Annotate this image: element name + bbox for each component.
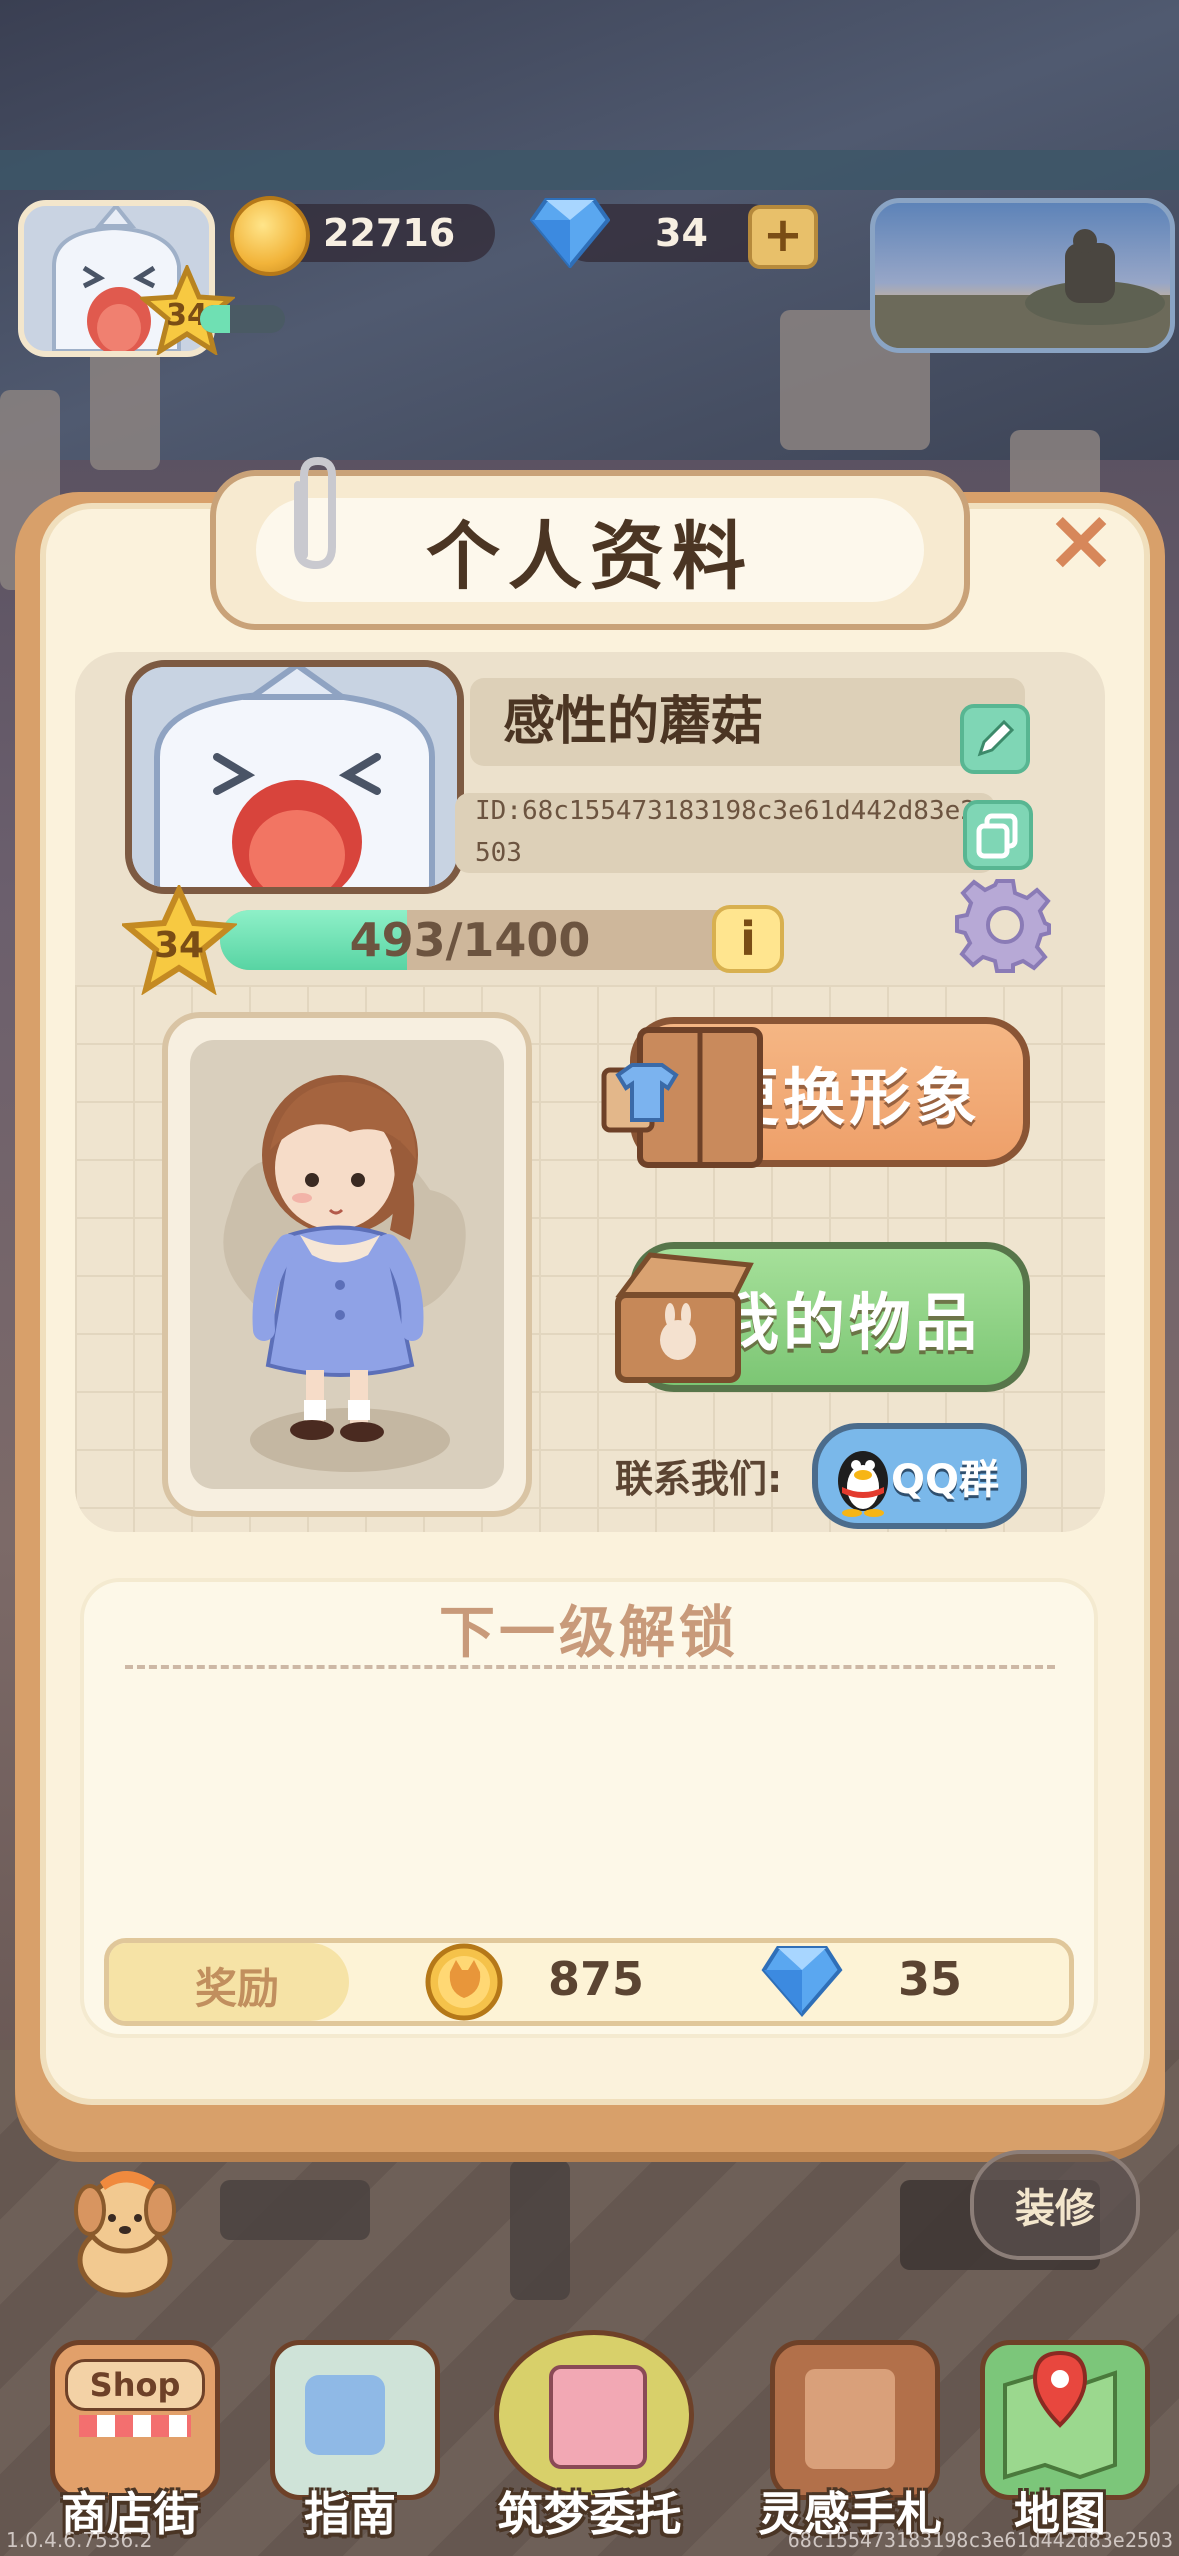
map-pin-icon	[1003, 2350, 1117, 2480]
coin-icon	[425, 1943, 503, 2021]
profile-level-text: 34	[154, 925, 204, 966]
sign-post	[510, 2160, 570, 2300]
decorate-label: 装修	[1015, 2186, 1095, 2232]
reward-label: 奖励	[195, 1964, 280, 2013]
settings-gear-icon[interactable]	[955, 875, 1055, 975]
edit-name-button[interactable]	[960, 704, 1030, 774]
wardrobe-icon	[601, 1027, 763, 1168]
qq-group-label: QQ群	[890, 1457, 999, 1503]
level-star-icon: 34	[122, 885, 237, 995]
xp-info-button[interactable]: i	[712, 905, 784, 973]
crate	[220, 2180, 370, 2240]
shop-awning	[79, 2415, 191, 2437]
profile-avatar[interactable]	[125, 660, 464, 894]
journal-page	[805, 2369, 895, 2469]
guide-book-icon	[270, 2340, 440, 2500]
xp-text: 493/1400	[349, 913, 591, 967]
version-text: 1.0.4.6.7536.2	[6, 2528, 153, 2552]
pencil-icon	[977, 719, 1015, 757]
next-level-unlock-title: 下一级解锁	[439, 1601, 739, 1666]
nav-dream-commission-label: 筑梦委托	[497, 2487, 682, 2541]
penguin-icon	[838, 1451, 888, 1517]
add-gems-button[interactable]: +	[748, 205, 818, 269]
shop-sign: Shop	[65, 2359, 205, 2411]
commission-notebook-icon	[494, 2330, 694, 2500]
shop-icon: Shop	[50, 2340, 220, 2500]
map-scenery-icon	[875, 229, 1170, 348]
nav-inspiration-notes[interactable]: 灵感手札	[740, 2330, 960, 2556]
reward-coins: 875	[548, 1952, 645, 2006]
item-box-icon	[615, 1252, 754, 1383]
qq-group-button[interactable]: QQ群	[812, 1423, 1027, 1529]
hud-xp-bar	[200, 305, 285, 333]
contact-us-label: 联系我们:	[615, 1457, 783, 1501]
divider	[125, 1665, 1055, 1669]
map-icon	[980, 2340, 1150, 2500]
nav-dream-commission[interactable]: 筑梦委托	[482, 2330, 697, 2556]
coin-icon	[230, 196, 310, 276]
gem-icon	[761, 1946, 843, 2018]
device-id-text: 68c155473183198c3e61d442d83e2503	[787, 2528, 1173, 2552]
character-figure-icon	[223, 1075, 466, 1472]
nav-guide[interactable]: 指南	[250, 2330, 450, 2556]
copy-icon	[976, 813, 1018, 859]
wall-trim	[0, 150, 1179, 190]
player-name: 感性的蘑菇	[503, 692, 764, 752]
nav-shop-street[interactable]: Shop 商店街	[30, 2330, 230, 2556]
paperclip-icon	[294, 456, 336, 570]
character-preview-frame	[162, 1012, 532, 1517]
clock	[90, 340, 160, 470]
gem-icon	[530, 198, 610, 268]
notebook-cover	[549, 2365, 647, 2469]
ghost-avatar-icon	[132, 667, 457, 887]
coin-amount: 22716	[323, 211, 456, 255]
decorate-button[interactable]: 装修	[970, 2150, 1140, 2260]
guide-cover	[305, 2375, 385, 2455]
dog-pet-icon[interactable]	[60, 2160, 190, 2300]
hud-xp-fill	[200, 305, 230, 333]
nav-map[interactable]: 地图	[960, 2330, 1160, 2556]
close-button[interactable]: ×	[1045, 497, 1117, 583]
nav-guide-label: 指南	[304, 2487, 396, 2541]
gem-amount: 34	[655, 211, 708, 255]
map-preview[interactable]	[870, 198, 1175, 353]
character-preview-bg	[190, 1040, 504, 1489]
inspiration-journal-icon	[770, 2340, 940, 2500]
copy-id-button[interactable]	[963, 800, 1033, 870]
reward-gems: 35	[898, 1952, 963, 2006]
player-id: ID:68c155473183198c3e61d442d83e2503	[475, 796, 976, 868]
